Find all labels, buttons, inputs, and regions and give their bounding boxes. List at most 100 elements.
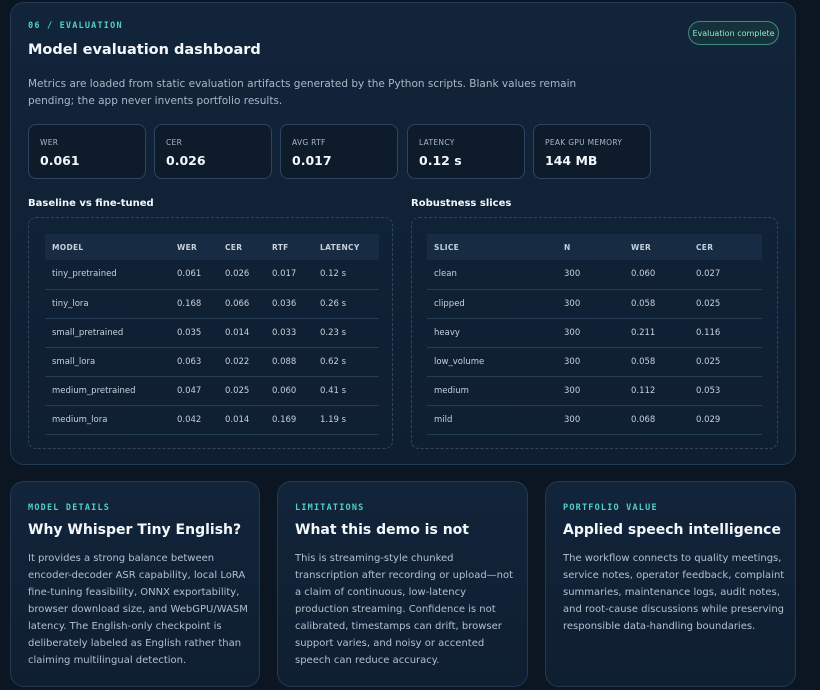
table-cell: 300: [557, 347, 624, 377]
column-header: SLICE: [434, 242, 460, 252]
table-cell: medium_pretrained: [45, 376, 170, 406]
table-cell: 300: [557, 260, 624, 290]
card-title: What this demo is not: [295, 522, 469, 538]
card-model-details: MODEL DETAILS Why Whisper Tiny English? …: [10, 481, 260, 687]
table-cell: 0.014: [218, 405, 265, 435]
table-row: small_pretrained 0.035 0.014 0.033 0.23 …: [45, 318, 379, 348]
table-cell: 0.036: [265, 289, 313, 319]
card-eyebrow: PORTFOLIO VALUE: [563, 503, 658, 513]
table-cell: 0.025: [218, 376, 265, 406]
baseline-table-container: MODEL WER CER RTF LATENCY tiny_pretraine…: [28, 217, 393, 449]
card-portfolio-value: PORTFOLIO VALUE Applied speech intellige…: [545, 481, 796, 687]
table-cell: 1.19 s: [313, 405, 379, 435]
table-cell: 0.061: [170, 260, 218, 290]
table-cell: 0.26 s: [313, 289, 379, 319]
table-cell: 0.168: [170, 289, 218, 319]
table-cell: 0.116: [689, 318, 762, 348]
table-row: small_lora 0.063 0.022 0.088 0.62 s: [45, 347, 379, 377]
table-cell: mild: [427, 405, 557, 435]
table-cell: medium: [427, 376, 557, 406]
baseline-table-title: Baseline vs fine-tuned: [28, 198, 154, 209]
card-title: Why Whisper Tiny English?: [28, 522, 242, 538]
table-cell: 0.027: [689, 260, 762, 290]
table-cell: 0.042: [170, 405, 218, 435]
table-row: tiny_pretrained 0.061 0.026 0.017 0.12 s: [45, 260, 379, 290]
table-cell: 0.23 s: [313, 318, 379, 348]
table-cell: 0.41 s: [313, 376, 379, 406]
table-cell: clipped: [427, 289, 557, 319]
page: 06 / EVALUATION Model evaluation dashboa…: [0, 0, 820, 690]
table-cell: tiny_lora: [45, 289, 170, 319]
table-cell: 0.112: [624, 376, 689, 406]
section-eyebrow: 06 / EVALUATION: [28, 21, 123, 31]
table-cell: 300: [557, 405, 624, 435]
evaluation-panel: 06 / EVALUATION Model evaluation dashboa…: [10, 2, 796, 465]
robustness-table-container: SLICE N WER CER clean 300 0.060 0.027 cl…: [411, 217, 778, 449]
table-cell: 300: [557, 289, 624, 319]
table-cell: 0.035: [170, 318, 218, 348]
table-cell: 0.026: [218, 260, 265, 290]
metric-value: 0.12 s: [419, 153, 462, 168]
card-eyebrow: LIMITATIONS: [295, 503, 365, 513]
table-header-row: MODEL WER CER RTF LATENCY: [45, 234, 379, 260]
table-cell: 0.063: [170, 347, 218, 377]
metric-value: 0.026: [166, 153, 206, 168]
table-cell: tiny_pretrained: [45, 260, 170, 290]
card-title: Applied speech intelligence: [563, 522, 781, 538]
table-row: medium_pretrained 0.047 0.025 0.060 0.41…: [45, 376, 379, 406]
metric-label: CER: [166, 138, 183, 147]
metric-label: LATENCY: [419, 138, 455, 147]
table-cell: medium_lora: [45, 405, 170, 435]
card-body: It provides a strong balance between enc…: [28, 553, 248, 666]
table-cell: 0.62 s: [313, 347, 379, 377]
page-title: Model evaluation dashboard: [28, 42, 261, 58]
table-cell: 0.047: [170, 376, 218, 406]
column-header: N: [564, 242, 571, 252]
metric-card-avg-rtf: AVG RTF 0.017: [280, 124, 398, 179]
card-body: This is streaming-style chunked transcri…: [295, 553, 514, 666]
column-header: WER: [631, 242, 652, 252]
column-header: CER: [696, 242, 714, 252]
table-cell: 0.068: [624, 405, 689, 435]
table-cell: 300: [557, 318, 624, 348]
table-cell: 0.058: [624, 347, 689, 377]
baseline-table: MODEL WER CER RTF LATENCY tiny_pretraine…: [45, 234, 379, 435]
table-cell: clean: [427, 260, 557, 290]
table-cell: small_pretrained: [45, 318, 170, 348]
table-cell: 0.022: [218, 347, 265, 377]
table-row: clean 300 0.060 0.027: [427, 260, 762, 290]
column-header: MODEL: [52, 242, 84, 252]
robustness-table: SLICE N WER CER clean 300 0.060 0.027 cl…: [427, 234, 762, 435]
table-cell: 0.025: [689, 289, 762, 319]
table-header-row: SLICE N WER CER: [427, 234, 762, 260]
column-header: WER: [177, 242, 198, 252]
page-description: Metrics are loaded from static evaluatio…: [28, 78, 577, 107]
status-badge: Evaluation complete: [688, 21, 779, 45]
table-cell: 0.017: [265, 260, 313, 290]
robustness-table-title: Robustness slices: [411, 198, 512, 209]
table-cell: 0.169: [265, 405, 313, 435]
table-cell: 0.066: [218, 289, 265, 319]
table-row: heavy 300 0.211 0.116: [427, 318, 762, 348]
table-cell: 0.060: [265, 376, 313, 406]
table-cell: small_lora: [45, 347, 170, 377]
column-header: LATENCY: [320, 242, 360, 252]
table-row: mild 300 0.068 0.029: [427, 405, 762, 435]
metric-label: AVG RTF: [292, 138, 326, 147]
table-row: medium_lora 0.042 0.014 0.169 1.19 s: [45, 405, 379, 435]
card-body: The workflow connects to quality meeting…: [563, 553, 785, 632]
column-header: RTF: [272, 242, 289, 252]
table-row: tiny_lora 0.168 0.066 0.036 0.26 s: [45, 289, 379, 319]
metric-card-peak-gpu-memory: PEAK GPU MEMORY 144 MB: [533, 124, 651, 179]
table-cell: 0.025: [689, 347, 762, 377]
metric-label: PEAK GPU MEMORY: [545, 138, 623, 147]
metric-value: 0.061: [40, 153, 80, 168]
table-cell: 0.014: [218, 318, 265, 348]
table-cell: 0.033: [265, 318, 313, 348]
card-limitations: LIMITATIONS What this demo is not This i…: [277, 481, 528, 687]
table-cell: 0.12 s: [313, 260, 379, 290]
table-cell: low_volume: [427, 347, 557, 377]
metric-card-latency: LATENCY 0.12 s: [407, 124, 525, 179]
metric-label: WER: [40, 138, 59, 147]
table-row: medium 300 0.112 0.053: [427, 376, 762, 406]
